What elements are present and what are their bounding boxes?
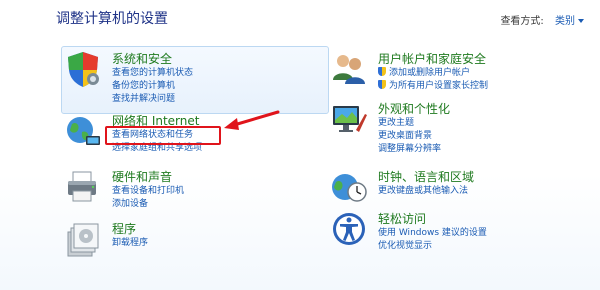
category-title[interactable]: 系统和安全 (112, 50, 172, 67)
annotation-highlight-box (105, 126, 221, 145)
link-uninstall[interactable]: 卸载程序 (112, 237, 148, 250)
link-optimize-visual[interactable]: 优化视觉显示 (378, 240, 487, 253)
page-title: 调整计算机的设置 (56, 11, 168, 27)
link-devices-printers[interactable]: 查看设备和打印机 (112, 185, 184, 198)
display-paint-icon (333, 106, 367, 132)
link-change-theme[interactable]: 更改主题 (378, 117, 441, 130)
category-title[interactable]: 轻松访问 (378, 210, 426, 227)
category-title[interactable]: 程序 (112, 220, 136, 237)
link-backup[interactable]: 备份您的计算机 (112, 80, 193, 93)
link-windows-recommended[interactable]: 使用 Windows 建议的设置 (378, 227, 487, 240)
category-title[interactable]: 用户帐户和家庭安全 (378, 50, 486, 67)
link-add-remove-users[interactable]: 添加或删除用户帐户 (378, 67, 488, 80)
category-title[interactable]: 硬件和声音 (112, 168, 172, 185)
link-parental-controls[interactable]: 为所有用户设置家长控制 (378, 80, 488, 93)
link-add-device[interactable]: 添加设备 (112, 198, 184, 211)
link-desktop-background[interactable]: 更改桌面背景 (378, 130, 441, 143)
shield-icon (68, 52, 99, 87)
view-by-dropdown[interactable]: 类别 (555, 16, 584, 27)
users-icon (333, 55, 365, 84)
printer-icon (68, 171, 96, 202)
link-troubleshoot[interactable]: 查找并解决问题 (112, 93, 193, 106)
accessibility-icon (333, 213, 365, 245)
category-title[interactable]: 时钟、语言和区域 (378, 168, 474, 185)
category-title[interactable]: 外观和个性化 (378, 100, 450, 117)
clock-globe-icon (332, 174, 367, 202)
view-by: 查看方式: 类别 (500, 12, 584, 27)
globe-network-icon (67, 117, 100, 145)
link-screen-resolution[interactable]: 调整屏幕分辨率 (378, 143, 441, 156)
link-view-status[interactable]: 查看您的计算机状态 (112, 67, 193, 80)
link-keyboard-input[interactable]: 更改键盘或其他输入法 (378, 185, 468, 198)
chevron-down-icon (578, 19, 584, 23)
programs-icon (67, 223, 99, 257)
view-by-label: 查看方式: (500, 16, 544, 27)
annotation-arrow-icon (224, 110, 280, 130)
